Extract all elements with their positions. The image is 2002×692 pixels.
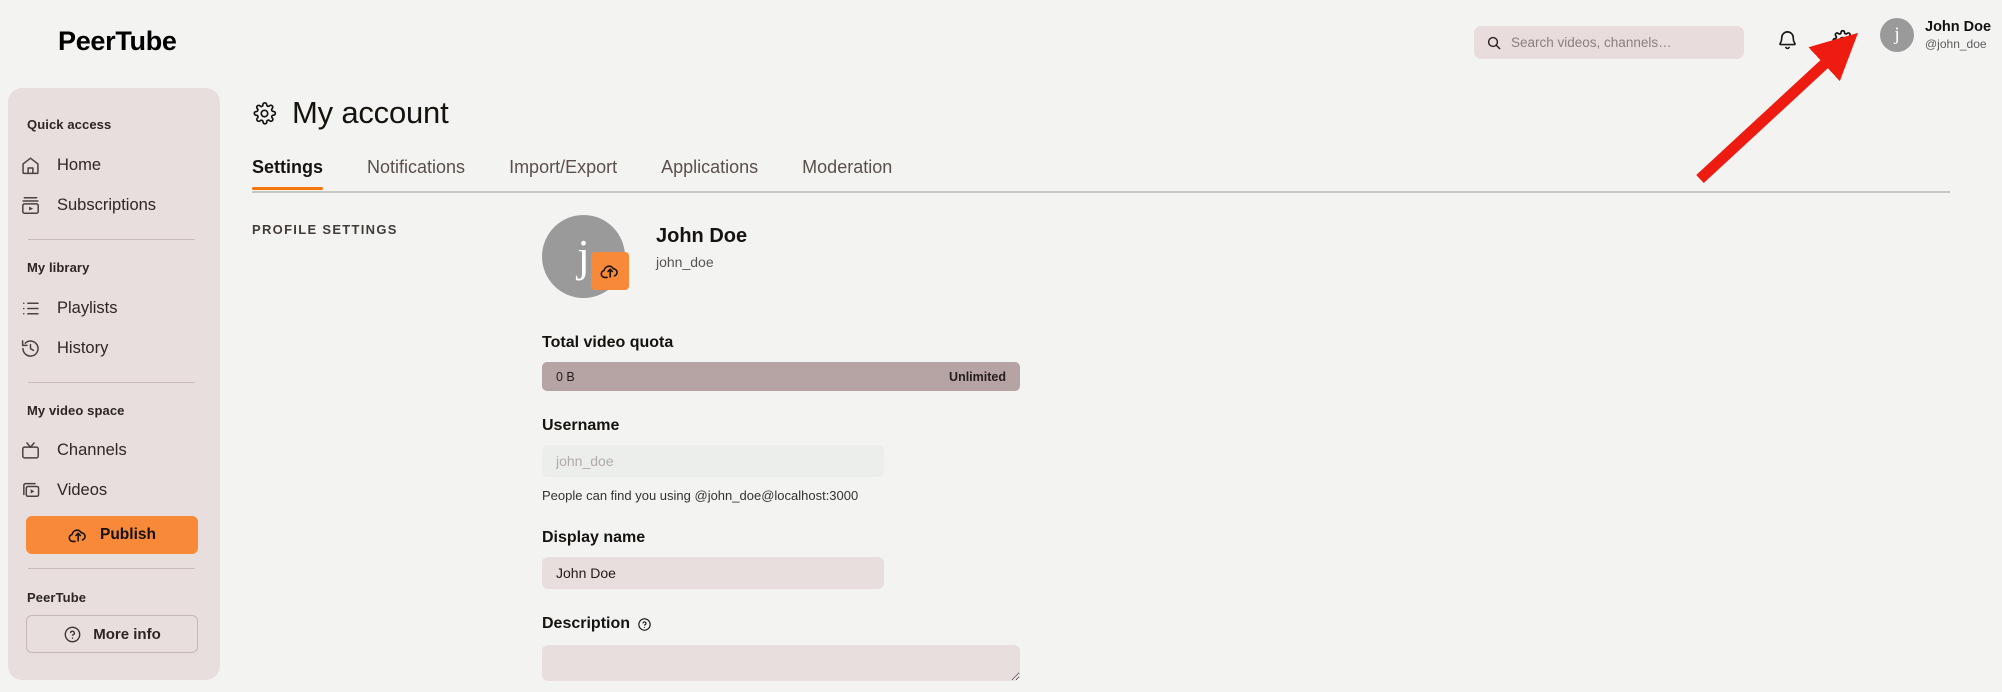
sidebar-item-history[interactable]: History [20, 331, 200, 365]
sidebar-divider [28, 239, 195, 240]
upload-cloud-icon [68, 525, 88, 545]
sidebar-item-home[interactable]: Home [20, 148, 200, 182]
brand-logo[interactable]: PeerTube [58, 26, 177, 57]
sidebar-item-label: History [57, 338, 109, 357]
quota-bar: 0 B Unlimited [542, 362, 1020, 391]
profile-settings-section-label: PROFILE SETTINGS [252, 222, 398, 237]
tab-applications[interactable]: Applications [661, 157, 758, 188]
sidebar-item-label: Playlists [57, 298, 118, 317]
sidebar-section-peertube: PeerTube [27, 590, 87, 605]
profile-header: j John Doe john_doe [542, 215, 1022, 298]
username-label: Username [542, 417, 620, 434]
search-box[interactable] [1474, 26, 1744, 59]
history-icon [20, 338, 41, 359]
sidebar-item-label: Videos [57, 480, 108, 499]
home-icon [20, 155, 41, 176]
main-content: My account Settings Notifications Import… [250, 85, 2002, 692]
tab-notifications[interactable]: Notifications [367, 157, 465, 188]
page-title: My account [292, 95, 449, 130]
sidebar-section-quick-access: Quick access [27, 117, 112, 132]
quota-used-value: 0 B [556, 369, 575, 384]
sidebar-section-my-library: My library [27, 260, 90, 275]
description-textarea[interactable] [542, 645, 1020, 681]
avatar: j [1880, 18, 1914, 52]
user-meta: John Doe @john_doe [1925, 18, 1991, 51]
user-handle: @john_doe [1925, 36, 1987, 51]
tab-moderation[interactable]: Moderation [802, 157, 892, 188]
username-input[interactable] [542, 445, 884, 477]
profile-display-name: John Doe [656, 225, 748, 247]
search-input[interactable] [1511, 26, 1732, 59]
search-icon [1486, 35, 1502, 51]
sidebar-item-label: Home [57, 155, 102, 174]
user-display-name: John Doe [1925, 19, 1992, 36]
gear-icon [1831, 29, 1854, 55]
gear-icon [252, 101, 277, 126]
description-field-block: Description [542, 615, 1022, 686]
bell-icon [1776, 29, 1799, 55]
top-header: PeerTube Search videos, channels… j John… [0, 0, 2002, 85]
description-label-text: Description [542, 615, 631, 632]
question-circle-icon[interactable] [637, 617, 652, 632]
sidebar-item-label: Channels [57, 440, 127, 459]
quota-block: Total video quota 0 B Unlimited [542, 334, 1022, 391]
more-info-label: More info [93, 625, 161, 643]
account-tabs: Settings Notifications Import/Export App… [252, 157, 1950, 193]
subscriptions-icon [20, 195, 41, 216]
sidebar-item-videos[interactable]: Videos [20, 473, 200, 507]
publish-label: Publish [100, 526, 156, 543]
sidebar-divider [28, 382, 195, 383]
profile-avatar-wrap: j [542, 215, 629, 298]
sidebar-item-channels[interactable]: Channels [20, 433, 200, 467]
quota-label: Total video quota [542, 334, 674, 351]
videos-icon [20, 480, 41, 501]
profile-settings-panel: j John Doe john_doe Total video quota 0 … [542, 215, 1022, 686]
peertube-app: PeerTube Search videos, channels… j John… [0, 0, 2002, 692]
settings-button[interactable] [1827, 27, 1857, 57]
avatar-upload-button[interactable] [591, 252, 629, 290]
page-title-row: My account [252, 95, 449, 131]
publish-button[interactable]: Publish [26, 516, 198, 554]
username-field-block: Username People can find you using @john… [542, 417, 1022, 503]
profile-username: john_doe [656, 254, 714, 270]
description-label: Description [542, 615, 1022, 633]
display-name-input[interactable] [542, 557, 884, 589]
playlist-icon [20, 298, 41, 319]
sidebar-item-playlists[interactable]: Playlists [20, 291, 200, 325]
tab-settings[interactable]: Settings [252, 157, 324, 190]
sidebar-item-label: Subscriptions [57, 195, 157, 214]
tv-icon [20, 440, 41, 461]
sidebar-section-my-video-space: My video space [27, 403, 125, 418]
username-help-text: People can find you using @john_doe@loca… [542, 488, 859, 503]
notifications-button[interactable] [1772, 27, 1802, 57]
tab-import-export[interactable]: Import/Export [509, 157, 617, 188]
more-info-button[interactable]: More info [26, 615, 198, 653]
quota-max-value: Unlimited [949, 369, 1006, 384]
upload-cloud-icon [600, 261, 620, 281]
sidebar-item-subscriptions[interactable]: Subscriptions [20, 188, 200, 222]
display-name-field-block: Display name [542, 529, 1022, 589]
user-menu[interactable]: j John Doe @john_doe [1880, 18, 1991, 52]
profile-names: John Doe john_doe [656, 215, 747, 270]
sidebar-divider [28, 568, 195, 569]
question-circle-icon [63, 625, 82, 644]
display-name-label: Display name [542, 529, 646, 546]
